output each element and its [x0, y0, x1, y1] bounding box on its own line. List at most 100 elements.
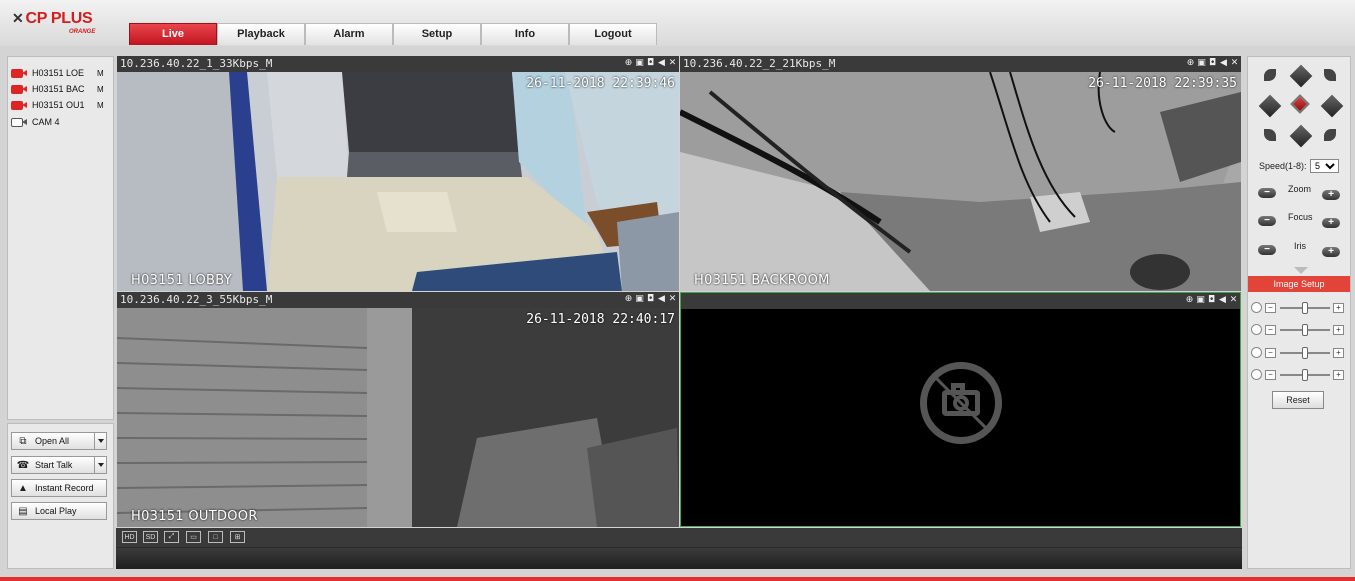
zoom-icon[interactable]: ⊕ — [1185, 295, 1194, 305]
image-setup-header[interactable]: Image Setup — [1248, 276, 1350, 292]
camera-overlay-label: H03151 BACKROOM — [694, 273, 830, 288]
tab-playback[interactable]: Playback — [217, 23, 305, 45]
video-viewport-1[interactable]: 10.236.40.22_1_33Kbps_M ⊕ ▣ ◘ ◀ ✕ 26-11-… — [117, 56, 679, 291]
viewport-toolbar: ⊕ ▣ ◘ ◀ ✕ — [624, 58, 677, 68]
stream-hd-icon[interactable]: HD — [122, 531, 137, 543]
viewport-toolbar: ⊕ ▣ ◘ ◀ ✕ — [624, 294, 677, 304]
video-viewport-4[interactable]: ⊕ ▣ ◘ ◀ ✕ — [680, 292, 1241, 527]
brightness-slider[interactable]: − + — [1251, 302, 1347, 314]
camera-gray-icon — [11, 117, 27, 127]
iris-label: Iris — [1294, 241, 1306, 251]
brightness-minus-button[interactable]: − — [1265, 303, 1276, 313]
zoom-label: Zoom — [1288, 184, 1312, 194]
zoom-out-button[interactable]: − — [1258, 188, 1276, 198]
start-talk-button[interactable]: ☎ Start Talk — [11, 456, 107, 474]
tab-setup[interactable]: Setup — [393, 23, 481, 45]
stream-sd-icon[interactable]: SD — [143, 531, 158, 543]
camera-list-item[interactable]: H03151 BAC M — [11, 82, 111, 96]
ptz-left-icon[interactable] — [1258, 94, 1282, 118]
ptz-up-left-icon[interactable] — [1264, 69, 1276, 81]
ptz-down-left-icon[interactable] — [1264, 129, 1276, 141]
open-all-button[interactable]: ⧉ Open All — [11, 432, 107, 450]
ptz-up-right-icon[interactable] — [1324, 69, 1336, 81]
start-talk-dropdown[interactable] — [94, 456, 107, 474]
layout-toolbar: HD SD ⤢ ▭ □ ⊞ — [116, 528, 1242, 547]
camera-overlay-label: H03151 OUTDOOR — [131, 509, 258, 524]
saturation-plus-button[interactable]: + — [1333, 348, 1344, 358]
camera-list-item[interactable]: CAM 4 — [11, 115, 111, 129]
zoom-icon[interactable]: ⊕ — [624, 58, 633, 68]
snapshot-icon[interactable]: ▣ — [635, 294, 644, 304]
iris-open-button[interactable]: + — [1322, 247, 1340, 257]
contrast-slider[interactable]: − + — [1251, 324, 1347, 336]
video-viewport-2[interactable]: 10.236.40.22_2_21Kbps_M ⊕ ▣ ◘ ◀ ✕ 26-11-… — [680, 56, 1241, 291]
audio-icon[interactable]: ◀ — [657, 58, 666, 68]
tab-info[interactable]: Info — [481, 23, 569, 45]
close-icon[interactable]: ✕ — [668, 58, 677, 68]
hue-slider[interactable]: − + — [1251, 369, 1347, 381]
viewport-toolbar: ⊕ ▣ ◘ ◀ ✕ — [1186, 58, 1239, 68]
snapshot-icon[interactable]: ▣ — [635, 58, 644, 68]
contrast-plus-button[interactable]: + — [1333, 325, 1344, 335]
ptz-center-icon[interactable] — [1290, 94, 1310, 114]
saturation-slider[interactable]: − + — [1251, 347, 1347, 359]
instant-record-button[interactable]: ▲ Instant Record — [11, 479, 107, 497]
slider-knob[interactable] — [1302, 302, 1308, 314]
audio-icon[interactable]: ◀ — [1218, 295, 1227, 305]
quad-view-icon[interactable]: ⊞ — [230, 531, 245, 543]
brightness-plus-button[interactable]: + — [1333, 303, 1344, 313]
ptz-down-right-icon[interactable] — [1324, 129, 1336, 141]
speed-select[interactable]: 12345678 — [1310, 159, 1339, 173]
tab-logout[interactable]: Logout — [569, 23, 657, 45]
audio-icon[interactable]: ◀ — [657, 294, 666, 304]
camera-name: H03151 BAC — [32, 84, 85, 94]
tab-live[interactable]: Live — [129, 23, 217, 45]
contrast-icon — [1251, 324, 1262, 335]
reset-button[interactable]: Reset — [1272, 391, 1324, 409]
focus-out-button[interactable]: − — [1258, 216, 1276, 226]
focus-label: Focus — [1288, 212, 1313, 222]
hue-minus-button[interactable]: − — [1265, 370, 1276, 380]
ptz-down-icon[interactable] — [1289, 124, 1313, 148]
record-icon[interactable]: ◘ — [1207, 295, 1216, 305]
fit-window-icon[interactable]: ▭ — [186, 531, 201, 543]
audio-icon[interactable]: ◀ — [1219, 58, 1228, 68]
focus-in-button[interactable]: + — [1322, 218, 1340, 228]
snapshot-icon[interactable]: ▣ — [1197, 58, 1206, 68]
open-all-dropdown[interactable] — [94, 432, 107, 450]
camera-list-item[interactable]: H03151 OU1 M — [11, 98, 111, 112]
collapse-caret-icon[interactable] — [1294, 267, 1308, 274]
slider-knob[interactable] — [1302, 369, 1308, 381]
zoom-in-button[interactable]: + — [1322, 190, 1340, 200]
video-viewport-3[interactable]: 10.236.40.22_3_55Kbps_M ⊕ ▣ ◘ ◀ ✕ 26-11-… — [117, 292, 679, 527]
single-view-icon[interactable]: □ — [208, 531, 223, 543]
video-feed-outdoor — [117, 308, 679, 527]
film-icon: ▤ — [18, 505, 28, 517]
video-timestamp: 26-11-2018 22:40:17 — [526, 312, 675, 327]
ptz-right-icon[interactable] — [1320, 94, 1344, 118]
record-icon[interactable]: ◘ — [1208, 58, 1217, 68]
zoom-icon[interactable]: ⊕ — [1186, 58, 1195, 68]
zoom-icon[interactable]: ⊕ — [624, 294, 633, 304]
slider-knob[interactable] — [1302, 347, 1308, 359]
ptz-up-icon[interactable] — [1289, 64, 1313, 88]
record-icon[interactable]: ◘ — [646, 58, 655, 68]
camera-list-item[interactable]: H03151 LOE M — [11, 66, 111, 80]
close-icon[interactable]: ✕ — [1229, 295, 1238, 305]
saturation-minus-button[interactable]: − — [1265, 348, 1276, 358]
contrast-minus-button[interactable]: − — [1265, 325, 1276, 335]
viewport-header: ⊕ ▣ ◘ ◀ ✕ — [681, 293, 1240, 309]
local-play-button[interactable]: ▤ Local Play — [11, 502, 107, 520]
slider-knob[interactable] — [1302, 324, 1308, 336]
camera-stream-flag: M — [97, 100, 104, 110]
close-icon[interactable]: ✕ — [668, 294, 677, 304]
record-icon[interactable]: ◘ — [646, 294, 655, 304]
tab-alarm[interactable]: Alarm — [305, 23, 393, 45]
hue-plus-button[interactable]: + — [1333, 370, 1344, 380]
open-window-icon: ⧉ — [19, 435, 27, 447]
close-icon[interactable]: ✕ — [1230, 58, 1239, 68]
fullscreen-icon[interactable]: ⤢ — [164, 531, 179, 543]
snapshot-icon[interactable]: ▣ — [1196, 295, 1205, 305]
iris-close-button[interactable]: − — [1258, 245, 1276, 255]
no-camera-icon — [920, 362, 1002, 444]
